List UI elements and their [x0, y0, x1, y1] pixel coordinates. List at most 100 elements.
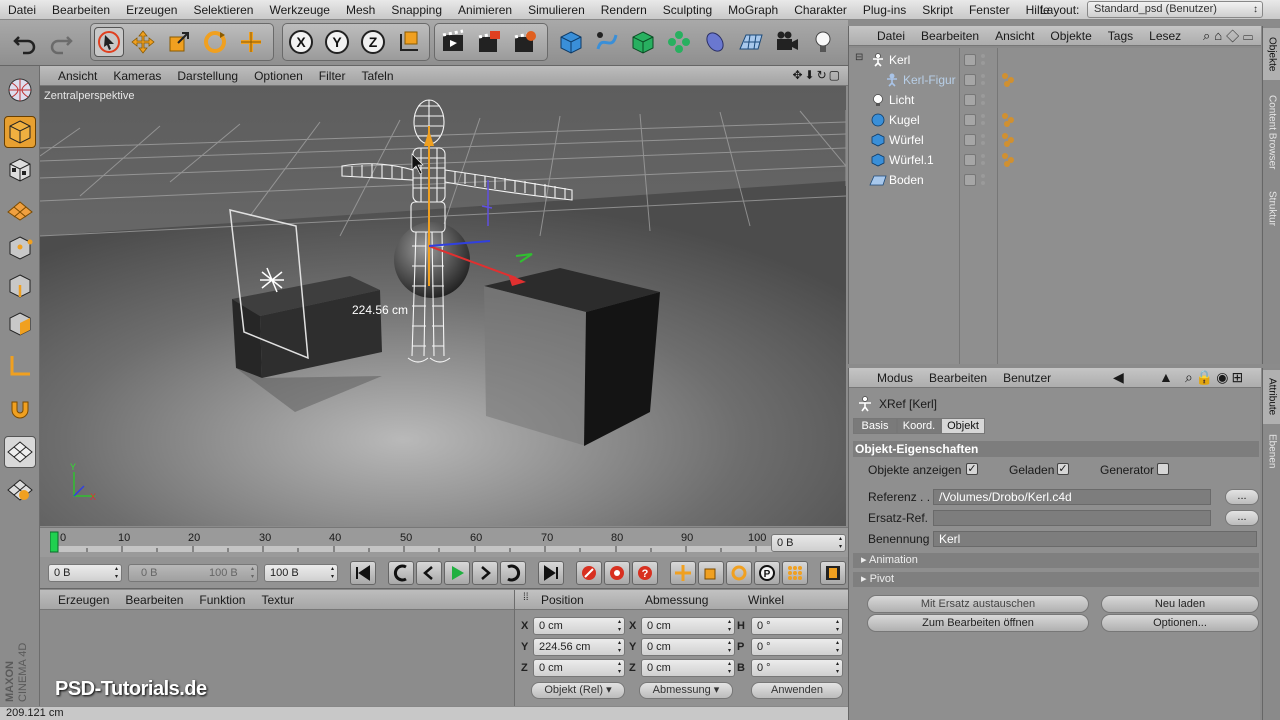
light-bulb-icon[interactable]	[808, 27, 838, 57]
menu-plugins[interactable]: Plug-ins	[855, 3, 914, 17]
timeline-window-icon[interactable]	[820, 561, 846, 585]
pivot-group[interactable]: ▸ Pivot	[853, 572, 1259, 587]
tab-objekte[interactable]: Objekte	[1263, 28, 1280, 80]
render-picture-viewer-icon[interactable]	[474, 27, 504, 57]
select-tool-icon[interactable]	[94, 27, 124, 57]
coordinate-system-icon[interactable]	[394, 27, 424, 57]
prev-keyframe-icon[interactable]	[388, 561, 414, 585]
reference-browse-button[interactable]: ...	[1225, 489, 1259, 505]
size-x-field[interactable]: 0 cm	[641, 617, 735, 635]
tab-ebenen[interactable]: Ebenen	[1263, 428, 1280, 474]
rot-h-field[interactable]: 0 °	[751, 617, 843, 635]
prev-frame-icon[interactable]	[416, 561, 442, 585]
visibility-dots-icon[interactable]	[980, 172, 986, 188]
deformer-icon[interactable]	[700, 27, 730, 57]
object-row-kerl-figur[interactable]: Kerl-Figur	[849, 70, 1261, 90]
show-objects-checkbox[interactable]: ✓	[966, 463, 978, 475]
x-axis-lock-icon[interactable]: X	[286, 27, 316, 57]
apply-button[interactable]: Anwenden	[751, 682, 843, 699]
vp-menu-kameras[interactable]: Kameras	[105, 69, 169, 83]
key-rotation-icon[interactable]	[726, 561, 752, 585]
menu-snapping[interactable]: Snapping	[383, 3, 450, 17]
coord-mode-select[interactable]: Objekt (Rel) ▾	[531, 682, 625, 699]
goto-end-icon[interactable]	[538, 561, 564, 585]
menu-mesh[interactable]: Mesh	[338, 3, 383, 17]
object-row-wuerfel-1[interactable]: Würfel.1	[849, 150, 1261, 170]
vp-menu-ansicht[interactable]: Ansicht	[40, 69, 105, 83]
animation-group[interactable]: ▸ Animation	[853, 553, 1259, 568]
loaded-checkbox[interactable]: ✓	[1057, 463, 1069, 475]
menu-datei[interactable]: Datei	[0, 3, 44, 17]
redo-icon[interactable]	[46, 27, 76, 57]
menu-fenster[interactable]: Fenster	[961, 3, 1018, 17]
key-parameter-icon[interactable]: P	[754, 561, 780, 585]
obj-menu-ansicht[interactable]: Ansicht	[979, 29, 1034, 43]
render-view-icon[interactable]	[438, 27, 468, 57]
mat-menu-erzeugen[interactable]: Erzeugen	[40, 593, 117, 607]
replacement-browse-button[interactable]: ...	[1225, 510, 1259, 526]
keyframe-selection-icon[interactable]: ?	[632, 561, 658, 585]
column-divider[interactable]	[997, 48, 998, 364]
move-tool-icon[interactable]	[128, 27, 158, 57]
menu-werkzeuge[interactable]: Werkzeuge	[261, 3, 337, 17]
points-mode-icon[interactable]	[4, 232, 36, 264]
object-row-kerl[interactable]: ⊟ Kerl	[849, 50, 1261, 70]
tab-basis[interactable]: Basis	[853, 418, 897, 434]
record-keys-icon[interactable]	[576, 561, 602, 585]
reload-button[interactable]: Neu laden	[1101, 595, 1259, 613]
layer-visibility-icon[interactable]	[964, 154, 976, 166]
preview-range-field[interactable]: 0 B 100 B	[128, 564, 258, 582]
next-keyframe-icon[interactable]	[500, 561, 526, 585]
workplane-icon[interactable]	[4, 192, 36, 224]
y-axis-lock-icon[interactable]: Y	[322, 27, 352, 57]
array-icon[interactable]	[664, 27, 694, 57]
mat-menu-bearbeiten[interactable]: Bearbeiten	[117, 593, 191, 607]
tab-content-browser[interactable]: Content Browser	[1263, 84, 1280, 180]
vp-menu-filter[interactable]: Filter	[311, 69, 354, 83]
wuerfel-1-object[interactable]	[484, 268, 660, 446]
camera-icon[interactable]	[772, 27, 802, 57]
material-tag-icon[interactable]	[1001, 132, 1017, 148]
scale-tool-icon[interactable]	[164, 27, 194, 57]
layer-visibility-icon[interactable]	[964, 54, 976, 66]
attr-menu-modus[interactable]: Modus	[849, 371, 913, 385]
menu-simulieren[interactable]: Simulieren	[520, 3, 593, 17]
visibility-dots-icon[interactable]	[980, 72, 986, 88]
layer-visibility-icon[interactable]	[964, 134, 976, 146]
menu-erzeugen[interactable]: Erzeugen	[118, 3, 185, 17]
tab-struktur[interactable]: Struktur	[1263, 184, 1280, 234]
mat-menu-textur[interactable]: Textur	[253, 593, 302, 607]
key-position-icon[interactable]	[670, 561, 696, 585]
cube-primitive-icon[interactable]	[556, 27, 586, 57]
layer-visibility-icon[interactable]	[964, 94, 976, 106]
magnet-icon[interactable]	[4, 392, 36, 424]
menu-sculpting[interactable]: Sculpting	[655, 3, 720, 17]
axis-modify-icon[interactable]	[4, 350, 36, 382]
obj-menu-datei[interactable]: Datei	[849, 29, 905, 43]
3d-viewport[interactable]: Y X Zentralperspektive 224.56 cm	[40, 86, 846, 526]
attr-tool-icons[interactable]: ⌕🔒◉⊞	[1185, 369, 1246, 386]
material-tag-icon[interactable]	[1001, 152, 1017, 168]
collapse-toggle-icon[interactable]: ⊟	[855, 52, 863, 63]
z-axis-lock-icon[interactable]: Z	[358, 27, 388, 57]
menu-mograph[interactable]: MoGraph	[720, 3, 786, 17]
make-editable-icon[interactable]	[4, 74, 36, 106]
options-button[interactable]: Optionen...	[1101, 614, 1259, 632]
rot-p-field[interactable]: 0 °	[751, 638, 843, 656]
next-frame-icon[interactable]	[472, 561, 498, 585]
play-icon[interactable]	[444, 561, 470, 585]
layout-select[interactable]: Standard_psd (Benutzer)	[1087, 1, 1263, 18]
menu-rendern[interactable]: Rendern	[593, 3, 655, 17]
column-divider[interactable]	[959, 48, 960, 364]
visibility-dots-icon[interactable]	[980, 132, 986, 148]
end-frame-field[interactable]: 100 B	[264, 564, 338, 582]
goto-start-icon[interactable]	[350, 561, 376, 585]
object-row-kugel[interactable]: Kugel	[849, 110, 1261, 130]
undo-icon[interactable]	[10, 27, 40, 57]
naming-field[interactable]: Kerl	[933, 531, 1257, 547]
object-row-boden[interactable]: Boden	[849, 170, 1261, 190]
timeline-ruler[interactable]: 0 10 20 30 40 50 60 70 80 90 100	[40, 527, 848, 557]
texture-mode-icon[interactable]	[4, 154, 36, 186]
layer-visibility-icon[interactable]	[964, 74, 976, 86]
mat-menu-funktion[interactable]: Funktion	[191, 593, 253, 607]
